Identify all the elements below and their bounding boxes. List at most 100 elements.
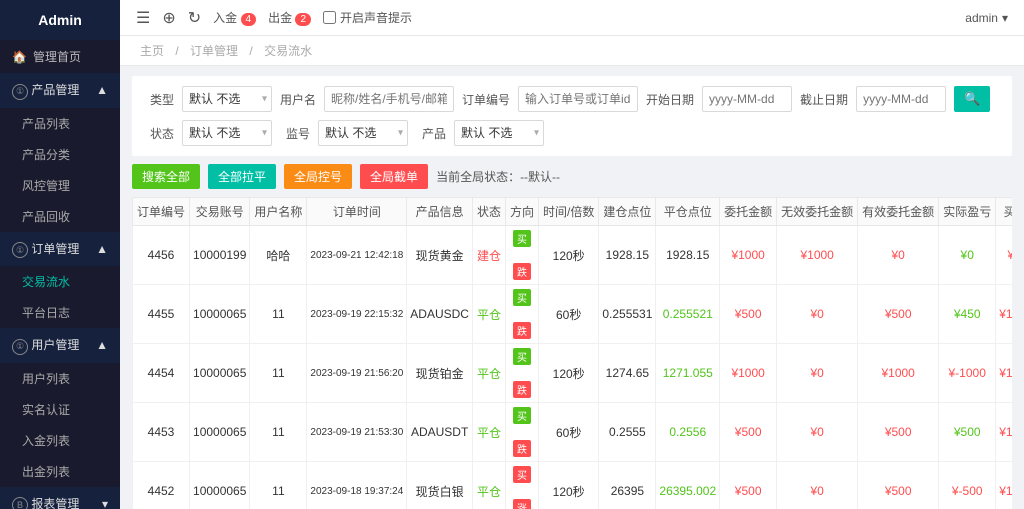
cell-close-price: 1928.15 xyxy=(656,226,720,285)
th-product: 产品信息 xyxy=(407,198,473,226)
cell-username: 11 xyxy=(250,403,307,462)
cell-product: 现货白银 xyxy=(407,462,473,509)
th-buy-balance: 买压余额 xyxy=(996,198,1012,226)
cell-profit: ¥450 xyxy=(939,285,996,344)
cell-time-mult: 120秒 xyxy=(539,226,599,285)
cell-direction: 买跌 xyxy=(505,403,538,462)
sidebar-item-real-name[interactable]: 实名认证 xyxy=(0,394,120,425)
all-control-button[interactable]: 全局控号 xyxy=(284,164,352,189)
end-date-label: 截止日期 xyxy=(800,91,848,108)
cell-invalid-amount: ¥0 xyxy=(777,285,858,344)
sidebar-item-transaction-flow[interactable]: 交易流水 xyxy=(0,266,120,297)
chevron-up-icon: ▲ xyxy=(96,83,108,97)
transaction-table: 订单编号 交易账号 用户名称 订单时间 产品信息 状态 方向 时间/倍数 建仓点… xyxy=(132,197,1012,509)
sidebar-item-withdraw-list[interactable]: 出金列表 xyxy=(0,456,120,487)
breadcrumb-sep: / xyxy=(175,44,178,58)
start-date-input[interactable] xyxy=(702,86,792,112)
order-no-input[interactable] xyxy=(518,86,638,112)
sidebar-section-product[interactable]: ① 产品管理 ▲ xyxy=(0,73,120,108)
globe-icon[interactable]: ⊕ xyxy=(162,8,175,28)
sidebar-item-deposit-list[interactable]: 入金列表 xyxy=(0,425,120,456)
cell-time-mult: 120秒 xyxy=(539,344,599,403)
breadcrumb-sep2: / xyxy=(249,44,252,58)
cell-username: 11 xyxy=(250,344,307,403)
sidebar-section-report[interactable]: B 报表管理 ▾ xyxy=(0,487,120,509)
status-label: 状态 xyxy=(144,125,174,142)
table-row: 4456 10000199 哈哈 2023-09-21 12:42:18 现货黄… xyxy=(133,226,1013,285)
sidebar-section-user[interactable]: ① 用户管理 ▲ xyxy=(0,328,120,363)
all-flat-button[interactable]: 全部拉平 xyxy=(208,164,276,189)
th-account: 交易账号 xyxy=(190,198,250,226)
search-all-button[interactable]: 搜索全部 xyxy=(132,164,200,189)
cell-profit: ¥500 xyxy=(939,403,996,462)
sidebar-item-user-list[interactable]: 用户列表 xyxy=(0,363,120,394)
cell-status: 平仓 xyxy=(472,285,505,344)
cell-invalid-amount: ¥0 xyxy=(777,403,858,462)
chevron-up-icon: ▲ xyxy=(96,242,108,256)
cell-buy-balance: ¥189831.8 xyxy=(996,344,1012,403)
sidebar-section-label: ① 产品管理 xyxy=(12,81,79,100)
main-content: ☰ ⊕ ↻ 入金 4 出金 2 开启声音提示 admin ▾ 主页 / 订单管理… xyxy=(120,0,1024,509)
monitor-select[interactable]: 默认 不选 xyxy=(318,120,408,146)
cell-valid-amount: ¥500 xyxy=(858,462,939,509)
cell-buy-balance: ¥190331.8 xyxy=(996,285,1012,344)
sidebar-section-order[interactable]: ① 订单管理 ▲ xyxy=(0,232,120,267)
cell-time: 2023-09-18 19:37:24 xyxy=(307,462,407,509)
status-select-wrapper: 默认 不选 xyxy=(182,120,272,146)
cell-time: 2023-09-19 22:15:32 xyxy=(307,285,407,344)
sound-checkbox[interactable] xyxy=(323,11,336,24)
sidebar-item-product-audit[interactable]: 产品回收 xyxy=(0,201,120,232)
cell-username: 哈哈 xyxy=(250,226,307,285)
cell-amount: ¥1000 xyxy=(720,344,777,403)
deposit-btn[interactable]: 入金 4 xyxy=(213,9,256,26)
sidebar-item-platform-log[interactable]: 平台日志 xyxy=(0,297,120,328)
end-date-input[interactable] xyxy=(856,86,946,112)
cell-profit: ¥-500 xyxy=(939,462,996,509)
type-select-wrapper: 默认 不选 xyxy=(182,86,272,112)
order-icon: ① xyxy=(12,242,28,258)
filter-row-2: 状态 默认 不选 监号 默认 不选 产品 默认 不选 xyxy=(144,120,1000,146)
cell-account: 10000065 xyxy=(190,462,250,509)
action-row: 搜索全部 全部拉平 全局控号 全局截单 当前全局状态：--默认-- xyxy=(132,164,1012,189)
sidebar-item-product-category[interactable]: 产品分类 xyxy=(0,139,120,170)
sound-toggle[interactable]: 开启声音提示 xyxy=(323,9,412,26)
sidebar-item-product-list[interactable]: 产品列表 xyxy=(0,108,120,139)
monitor-label: 监号 xyxy=(280,125,310,142)
breadcrumb: 主页 / 订单管理 / 交易流水 xyxy=(120,36,1024,66)
cell-product: ADAUSDT xyxy=(407,403,473,462)
breadcrumb-home[interactable]: 主页 xyxy=(140,44,164,58)
cell-valid-amount: ¥0 xyxy=(858,226,939,285)
th-status: 状态 xyxy=(472,198,505,226)
cell-open-price: 1274.65 xyxy=(599,344,656,403)
dropdown-icon[interactable]: ▾ xyxy=(1002,11,1008,25)
username-input[interactable] xyxy=(324,86,454,112)
menu-icon[interactable]: ☰ xyxy=(136,8,150,28)
search-button[interactable]: 🔍 xyxy=(954,86,990,112)
th-profit: 实际盈亏 xyxy=(939,198,996,226)
cell-username: 11 xyxy=(250,285,307,344)
cell-account: 10000065 xyxy=(190,285,250,344)
cell-open-price: 26395 xyxy=(599,462,656,509)
chevron-up-icon: ▲ xyxy=(96,338,108,352)
product-select[interactable]: 默认 不选 xyxy=(454,120,544,146)
table-row: 4452 10000065 11 2023-09-18 19:37:24 现货白… xyxy=(133,462,1013,509)
breadcrumb-order-mgmt[interactable]: 订单管理 xyxy=(190,44,238,58)
cell-product: 现货铂金 xyxy=(407,344,473,403)
home-icon: 🏠 xyxy=(12,50,27,64)
refresh-icon[interactable]: ↻ xyxy=(188,8,201,28)
cell-invalid-amount: ¥0 xyxy=(777,462,858,509)
withdraw-btn[interactable]: 出金 2 xyxy=(268,9,311,26)
type-select[interactable]: 默认 不选 xyxy=(182,86,272,112)
cell-buy-balance: ¥191831.8 xyxy=(996,462,1012,509)
cell-account: 10000065 xyxy=(190,403,250,462)
cell-amount: ¥500 xyxy=(720,285,777,344)
cell-order-id: 4456 xyxy=(133,226,190,285)
all-reject-button[interactable]: 全局截单 xyxy=(360,164,428,189)
table-body: 4456 10000199 哈哈 2023-09-21 12:42:18 现货黄… xyxy=(133,226,1013,509)
status-select[interactable]: 默认 不选 xyxy=(182,120,272,146)
sidebar-item-risk-control[interactable]: 风控管理 xyxy=(0,170,120,201)
topbar: ☰ ⊕ ↻ 入金 4 出金 2 开启声音提示 admin ▾ xyxy=(120,0,1024,36)
th-valid-amount: 有效委托金额 xyxy=(858,198,939,226)
cell-direction: 买跌 xyxy=(505,344,538,403)
sidebar-item-dashboard[interactable]: 🏠 管理首页 xyxy=(0,40,120,73)
